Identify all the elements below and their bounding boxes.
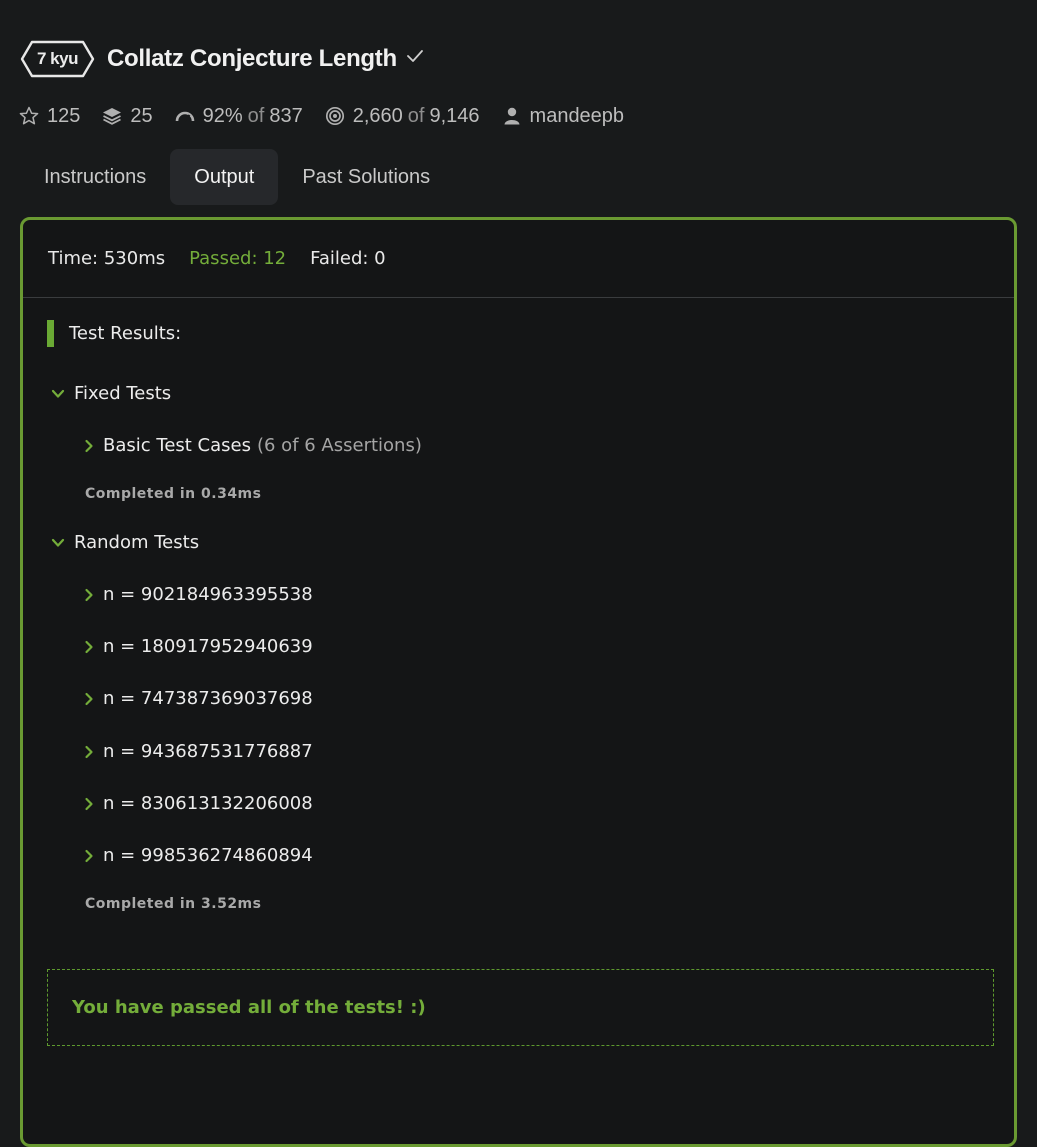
test-case-row[interactable]: Basic Test Cases (6 of 6 Assertions) <box>84 435 422 456</box>
test-case-row[interactable]: n = 943687531776887 <box>84 741 313 762</box>
chevron-right-icon <box>85 692 93 705</box>
fixed-tests-completed: Completed in 0.34ms <box>85 486 262 502</box>
fixed-tests-group[interactable]: Fixed Tests <box>51 383 171 404</box>
random-tests-label: Random Tests <box>74 532 200 553</box>
chevron-down-icon <box>51 389 65 398</box>
satisfaction-stat[interactable]: 92% of 837 <box>175 105 303 128</box>
test-results-label: Test Results: <box>69 323 182 344</box>
kata-header: 7 kyu Collatz Conjecture Length <box>20 38 423 80</box>
satisfaction-percent: 92% <box>202 104 243 127</box>
completed-of: of <box>407 104 425 127</box>
kata-tabs: Instructions Output Past Solutions <box>20 149 454 205</box>
stars-count: 125 <box>47 104 81 127</box>
completions-stat[interactable]: 2,660 of 9,146 <box>325 105 480 128</box>
test-case-label: n = 902184963395538 <box>103 584 313 605</box>
output-panel: Time: 530ms Passed: 12 Failed: 0 Test Re… <box>20 217 1017 1147</box>
rank-badge[interactable]: 7 kyu <box>20 40 95 78</box>
target-icon <box>325 106 344 126</box>
attempts-count: 9,146 <box>429 104 480 127</box>
stars-stat[interactable]: 125 <box>19 105 80 128</box>
layers-icon <box>103 108 122 125</box>
chevron-right-icon <box>85 439 93 452</box>
random-tests-group[interactable]: Random Tests <box>51 532 199 553</box>
tab-output[interactable]: Output <box>170 149 279 205</box>
satisfaction-of: of <box>247 104 265 127</box>
tab-instructions[interactable]: Instructions <box>20 149 170 205</box>
test-case-label: n = 830613132206008 <box>103 793 313 814</box>
check-icon <box>406 50 423 62</box>
completed-count: 2,660 <box>352 104 403 127</box>
test-case-row[interactable]: n = 747387369037698 <box>84 688 313 709</box>
test-case-label: Basic Test Cases <box>103 435 251 456</box>
chevron-right-icon <box>85 588 93 601</box>
assertion-count: (6 of 6 Assertions) <box>256 435 422 456</box>
star-icon <box>19 106 39 125</box>
kata-title: Collatz Conjecture Length <box>107 45 397 72</box>
failed-count: Failed: 0 <box>310 248 386 269</box>
fixed-tests-label: Fixed Tests <box>74 383 172 404</box>
test-case-row[interactable]: n = 830613132206008 <box>84 793 313 814</box>
test-case-row[interactable]: n = 180917952940639 <box>84 636 313 657</box>
collections-stat[interactable]: 25 <box>102 104 153 128</box>
test-case-label: n = 943687531776887 <box>103 741 313 762</box>
author-stat[interactable]: mandeepb <box>502 105 625 128</box>
author-name[interactable]: mandeepb <box>530 105 625 128</box>
passed-count: Passed: 12 <box>189 248 287 269</box>
test-results-heading: Test Results: <box>47 320 181 347</box>
user-icon <box>504 107 520 125</box>
random-tests-completed: Completed in 3.52ms <box>85 896 262 912</box>
test-case-label: n = 180917952940639 <box>103 636 313 657</box>
chevron-right-icon <box>85 849 93 862</box>
test-case-label: n = 747387369037698 <box>103 688 313 709</box>
tab-past-solutions[interactable]: Past Solutions <box>278 149 454 205</box>
run-summary: Time: 530ms Passed: 12 Failed: 0 <box>23 220 1014 298</box>
gauge-icon <box>175 111 194 122</box>
chevron-right-icon <box>85 745 93 758</box>
test-case-label: n = 998536274860894 <box>103 845 313 866</box>
test-case-row[interactable]: n = 902184963395538 <box>84 584 313 605</box>
kata-stats: 125 25 92% of 837 2,660 of 9,146 mandeep… <box>19 101 646 131</box>
run-time: Time: 530ms <box>48 248 166 269</box>
chevron-down-icon <box>51 538 65 547</box>
chevron-right-icon <box>85 797 93 810</box>
satisfaction-votes: 837 <box>269 104 303 127</box>
rank-label: 7 kyu <box>37 49 78 68</box>
all-tests-passed-message: You have passed all of the tests! :) <box>47 969 994 1046</box>
collections-count: 25 <box>130 104 153 127</box>
chevron-right-icon <box>85 640 93 653</box>
test-case-row[interactable]: n = 998536274860894 <box>84 845 313 866</box>
heading-accent-bar <box>47 320 54 347</box>
